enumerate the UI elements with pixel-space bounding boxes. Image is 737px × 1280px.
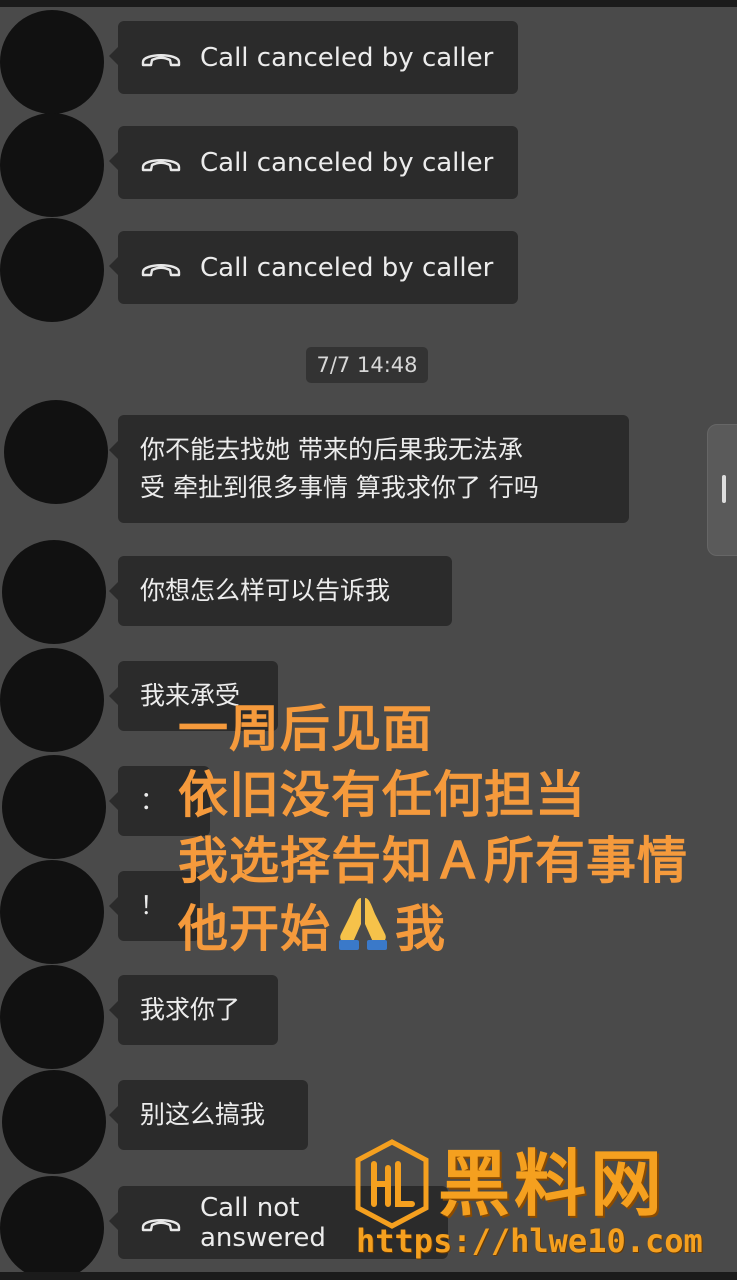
- avatar[interactable]: [0, 860, 104, 964]
- text-message-bubble[interactable]: 你想怎么样可以告诉我: [109, 556, 452, 626]
- call-status-text: Call canceled by caller: [200, 252, 494, 283]
- avatar[interactable]: [2, 540, 106, 644]
- timestamp-divider: 7/7 14:48: [306, 347, 428, 383]
- phone-hangup-icon: [141, 263, 181, 276]
- caption-line: 我选择告知Ａ所有事情: [178, 832, 688, 890]
- avatar[interactable]: [2, 1070, 106, 1174]
- avatar[interactable]: [0, 113, 104, 217]
- avatar[interactable]: [2, 755, 106, 859]
- caption-line: 一周后见面: [178, 700, 433, 758]
- call-message-bubble[interactable]: Call canceled by caller: [109, 126, 518, 199]
- caption-text: 我: [395, 900, 446, 958]
- caption-line: 他开始 我: [178, 894, 688, 962]
- scrollbar-handle[interactable]: [707, 424, 737, 556]
- phone-hangup-icon: [141, 53, 181, 66]
- top-status-strip: [0, 0, 737, 7]
- message-text-line: 你不能去找她 带来的后果我无法承: [140, 435, 523, 464]
- folded-hands-icon: [339, 898, 387, 950]
- overlay-caption: 一周后见面 依旧没有任何担当 我选择告知Ａ所有事情 他开始 我: [178, 696, 688, 962]
- phone-hangup-icon: [141, 1218, 181, 1231]
- caption-text: 他开始: [178, 900, 331, 958]
- text-message-bubble[interactable]: 别这么搞我: [109, 1080, 308, 1150]
- avatar[interactable]: [0, 648, 104, 752]
- bottom-strip: [0, 1272, 737, 1280]
- call-status-text: Call canceled by caller: [200, 42, 494, 73]
- message-text: 别这么搞我: [140, 1100, 266, 1129]
- message-text: ！: [140, 891, 166, 920]
- text-message-bubble[interactable]: 我求你了: [109, 975, 278, 1045]
- avatar[interactable]: [4, 400, 108, 504]
- message-text: ：: [140, 786, 166, 815]
- phone-hangup-icon: [141, 158, 181, 171]
- avatar[interactable]: [0, 10, 104, 114]
- caption-line: 依旧没有任何担当: [178, 766, 586, 824]
- avatar[interactable]: [0, 218, 104, 322]
- message-text: 我求你了: [140, 995, 241, 1024]
- hl-logo-icon: [355, 1139, 429, 1229]
- message-text-line: 受 牵扯到很多事情 算我求你了 行吗: [140, 473, 539, 502]
- watermark-brand: 黑料网: [438, 1142, 667, 1226]
- call-message-bubble[interactable]: Call canceled by caller: [109, 21, 518, 94]
- avatar[interactable]: [0, 965, 104, 1069]
- message-text: 你想怎么样可以告诉我: [140, 576, 391, 605]
- call-message-bubble[interactable]: Call canceled by caller: [109, 231, 518, 304]
- text-message-bubble[interactable]: 你不能去找她 带来的后果我无法承 受 牵扯到很多事情 算我求你了 行吗: [109, 415, 629, 523]
- watermark-logo: 黑料网 https://hlwe10.com: [352, 1138, 737, 1280]
- watermark-url: https://hlwe10.com: [356, 1222, 703, 1260]
- grip-icon: [722, 475, 726, 503]
- call-status-text: Call canceled by caller: [200, 147, 494, 178]
- avatar[interactable]: [0, 1176, 104, 1280]
